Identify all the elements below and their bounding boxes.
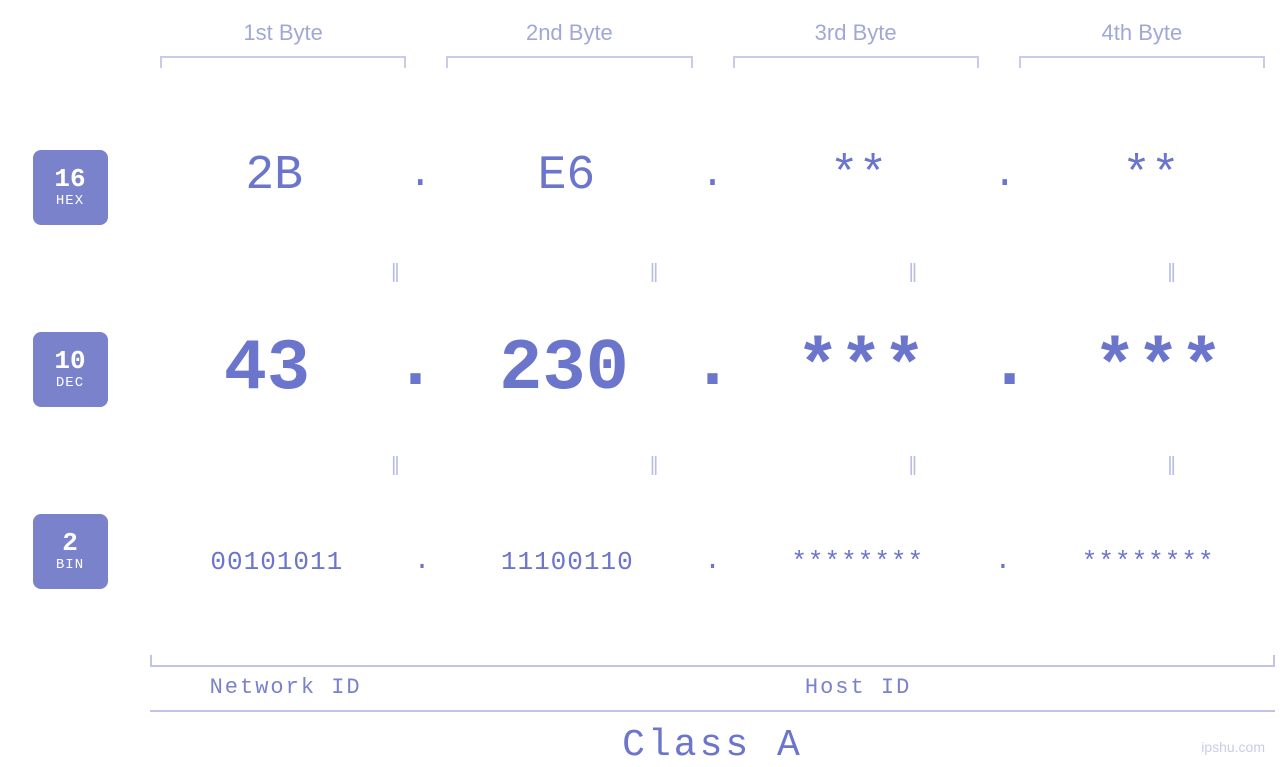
watermark: ipshu.com — [1201, 739, 1265, 755]
class-section: Class A — [0, 710, 1285, 767]
bottom-brackets — [140, 647, 1285, 667]
bottom-section: Network ID Host ID — [0, 647, 1285, 700]
bin-b1-cell: 00101011 — [140, 547, 414, 577]
dec-b4-cell: *** — [1031, 328, 1285, 410]
bin-badge-number: 2 — [62, 529, 78, 558]
bracket-1 — [150, 56, 416, 76]
bin-b2-cell: 11100110 — [430, 547, 704, 577]
bin-b3-cell: ******** — [721, 547, 995, 577]
host-bracket — [431, 647, 1285, 667]
hex-row: 2B . E6 . ** . ** — [140, 96, 1285, 256]
bin-badge-label: BIN — [56, 557, 84, 573]
byte-headers: 1st Byte 2nd Byte 3rd Byte 4th Byte — [0, 0, 1285, 46]
dec-b1-value: 43 — [140, 328, 394, 410]
class-label: Class A — [622, 724, 803, 767]
host-bracket-right-line — [1273, 655, 1275, 667]
bin-b3-value: ******** — [721, 547, 995, 577]
dec-dot-1: . — [394, 329, 437, 409]
hex-b2-value: E6 — [432, 149, 700, 203]
dec-dot-3: . — [988, 329, 1031, 409]
eq1: || — [280, 260, 509, 285]
byte2-header: 2nd Byte — [426, 20, 712, 46]
bin-b2-value: 11100110 — [430, 547, 704, 577]
bin-row: 00101011 . 11100110 . ******** . *******… — [140, 482, 1285, 642]
content-area: 16 HEX 10 DEC 2 BIN 2B . E6 — [0, 96, 1285, 642]
hex-b4-value: ** — [1017, 149, 1285, 203]
bin-dot-1: . — [414, 548, 431, 576]
eq4: || — [1056, 260, 1285, 285]
eq7: || — [798, 453, 1027, 478]
hex-badge-number: 16 — [54, 165, 85, 194]
class-bracket-line — [150, 710, 1275, 712]
main-container: 1st Byte 2nd Byte 3rd Byte 4th Byte 16 H… — [0, 0, 1285, 767]
dec-b1-cell: 43 — [140, 328, 394, 410]
bin-b1-value: 00101011 — [140, 547, 414, 577]
dec-badge-number: 10 — [54, 347, 85, 376]
bracket-4 — [1009, 56, 1275, 76]
hex-b1-cell: 2B — [140, 149, 408, 203]
eq-row-2: || || || || — [140, 449, 1285, 482]
eq2: || — [539, 260, 768, 285]
network-id-label: Network ID — [140, 675, 431, 700]
hex-b4-cell: ** — [1017, 149, 1285, 203]
bin-b4-value: ******** — [1011, 547, 1285, 577]
hex-dot-2: . — [700, 156, 724, 196]
hex-badge: 16 HEX — [33, 150, 108, 225]
top-brackets — [0, 56, 1285, 76]
bin-b4-cell: ******** — [1011, 547, 1285, 577]
bin-dot-2: . — [704, 548, 721, 576]
badges-column: 16 HEX 10 DEC 2 BIN — [0, 96, 140, 642]
bin-badge: 2 BIN — [33, 514, 108, 589]
dec-b3-cell: *** — [734, 328, 988, 410]
rows-wrapper: 2B . E6 . ** . ** || || — [140, 96, 1285, 642]
host-id-label: Host ID — [431, 675, 1285, 700]
hex-b3-value: ** — [725, 149, 993, 203]
byte3-header: 3rd Byte — [713, 20, 999, 46]
dec-dot-2: . — [691, 329, 734, 409]
hex-dot-3: . — [993, 156, 1017, 196]
eq5: || — [280, 453, 509, 478]
byte4-header: 4th Byte — [999, 20, 1285, 46]
hex-dot-1: . — [408, 156, 432, 196]
eq8: || — [1056, 453, 1285, 478]
dec-badge-label: DEC — [56, 375, 84, 391]
hex-badge-label: HEX — [56, 193, 84, 209]
class-label-row: Class A — [140, 724, 1285, 767]
network-bracket — [140, 647, 431, 667]
dec-b2-value: 230 — [437, 328, 691, 410]
hex-b1-value: 2B — [140, 149, 408, 203]
dec-badge: 10 DEC — [33, 332, 108, 407]
dec-b2-cell: 230 — [437, 328, 691, 410]
dec-b4-value: *** — [1031, 328, 1285, 410]
eq6: || — [539, 453, 768, 478]
bracket-3 — [723, 56, 989, 76]
id-labels: Network ID Host ID — [140, 675, 1285, 700]
hex-b2-cell: E6 — [432, 149, 700, 203]
eq-row-1: || || || || — [140, 256, 1285, 289]
bracket-2 — [436, 56, 702, 76]
dec-row: 43 . 230 . *** . *** — [140, 289, 1285, 449]
hex-b3-cell: ** — [725, 149, 993, 203]
bin-dot-3: . — [995, 548, 1012, 576]
eq3: || — [798, 260, 1027, 285]
byte1-header: 1st Byte — [140, 20, 426, 46]
dec-b3-value: *** — [734, 328, 988, 410]
